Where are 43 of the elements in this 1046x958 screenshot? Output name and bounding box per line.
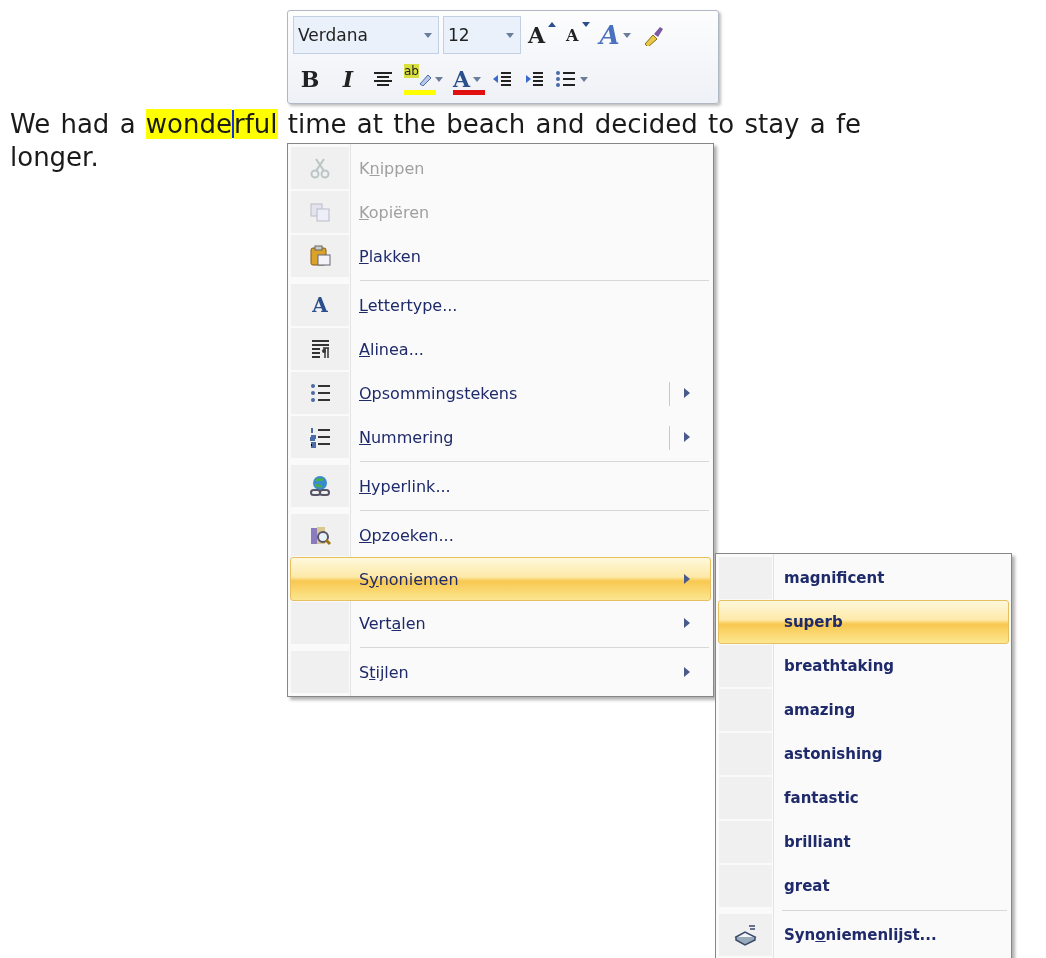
copy-icon xyxy=(309,201,331,223)
shrink-font-button[interactable]: A xyxy=(563,16,593,54)
synonym-item[interactable]: fantastic xyxy=(718,776,1009,820)
scissors-icon xyxy=(309,157,331,179)
menu-item[interactable]: A Lettertype... xyxy=(290,283,711,327)
menu-item[interactable]: Nummering xyxy=(290,415,711,459)
synonym-item[interactable]: astonishing xyxy=(718,732,1009,776)
font-color-button[interactable]: A xyxy=(450,60,485,98)
synonym-item[interactable]: great xyxy=(718,864,1009,908)
pen-icon xyxy=(418,72,432,86)
down-arrow-icon xyxy=(581,22,590,27)
menu-item[interactable]: Opsommingstekens xyxy=(290,371,711,415)
menu-item[interactable]: Stijlen xyxy=(290,650,711,694)
bold-button[interactable]: B xyxy=(293,60,327,98)
globe-chain-icon xyxy=(309,475,331,497)
menu-item[interactable]: Plakken xyxy=(290,234,711,278)
font-icon: A xyxy=(312,293,328,317)
paragraph-icon xyxy=(309,338,331,360)
menu-item[interactable]: Vertalen xyxy=(290,601,711,645)
menu-item[interactable]: Alinea... xyxy=(290,327,711,371)
document-text: We had a wonderful time at the beach and decided to stay a fe xyxy=(10,108,862,141)
highlight-button[interactable]: ab xyxy=(401,60,446,98)
synonym-item[interactable]: brilliant xyxy=(718,820,1009,864)
clipboard-icon xyxy=(309,245,331,267)
italic-button[interactable]: I xyxy=(331,60,365,98)
grow-font-button[interactable]: A xyxy=(525,16,560,54)
menu-item[interactable]: Synoniemen xyxy=(290,557,711,601)
font-size-field[interactable]: 12 xyxy=(443,16,521,54)
synonym-item[interactable]: superb xyxy=(718,600,1009,644)
synonym-item[interactable]: breathtaking xyxy=(718,644,1009,688)
bullet-list-icon xyxy=(309,382,331,404)
synonym-item[interactable]: magnificent xyxy=(718,556,1009,600)
font-name-field[interactable]: Verdana xyxy=(293,16,439,54)
numbered-list-icon xyxy=(309,426,331,448)
up-arrow-icon xyxy=(548,22,557,27)
menu-item[interactable]: Opzoeken... xyxy=(290,513,711,557)
magnifier-book-icon xyxy=(309,524,331,546)
synonym-item[interactable]: amazing xyxy=(718,688,1009,732)
document-text: longer. xyxy=(10,141,99,174)
bullet-list-icon xyxy=(555,68,578,90)
menu-item[interactable]: Hyperlink... xyxy=(290,464,711,508)
synonym-item[interactable]: Synoniemenlijst... xyxy=(718,913,1009,957)
styles-button[interactable]: A xyxy=(596,16,634,54)
